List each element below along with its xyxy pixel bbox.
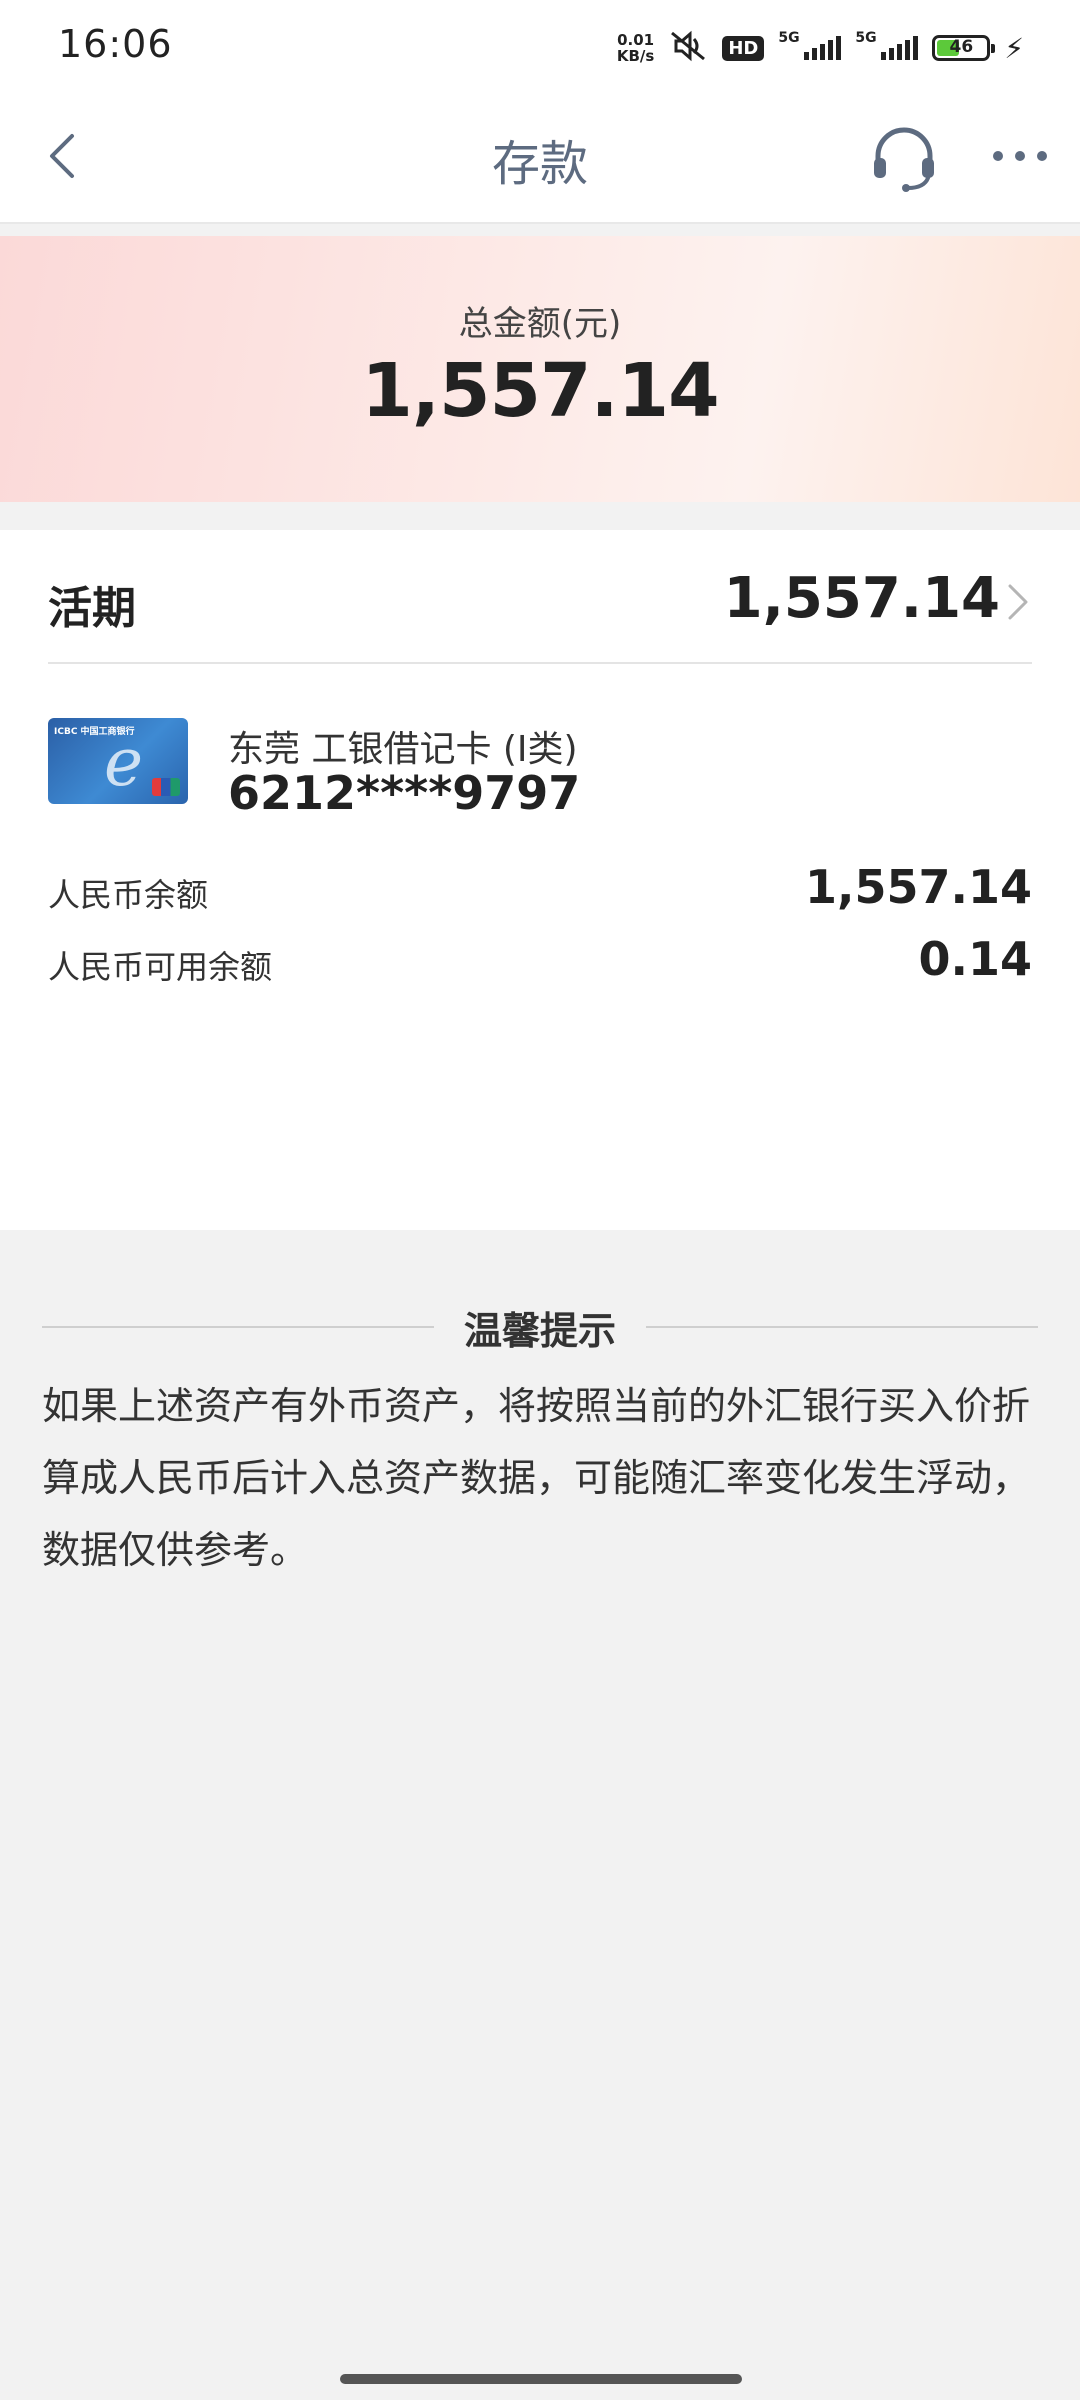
tips-body: 如果上述资产有外币资产，将按照当前的外汇银行买入价折算成人民币后计入总资产数据，… (42, 1384, 1031, 1572)
status-bar: 16:06 0.01 KB/s HD 5G 5G 46 ⚡ (0, 0, 1080, 96)
tips-divider-right (646, 1326, 1038, 1328)
signal-2-label: 5G (855, 30, 877, 46)
chevron-right-icon (1008, 584, 1028, 620)
home-indicator[interactable] (340, 2374, 742, 2384)
section-divider (48, 662, 1032, 664)
network-speed-unit: KB/s (616, 47, 655, 65)
nav-bar: 存款 (0, 96, 1080, 224)
rmb-available-balance-value: 0.14 (918, 932, 1033, 986)
more-button[interactable] (990, 136, 1050, 176)
rmb-balance-value: 1,557.14 (805, 860, 1032, 914)
charging-icon: ⚡ (1004, 31, 1024, 65)
total-amount-label: 总金额(元) (458, 304, 622, 344)
customer-service-button[interactable] (868, 122, 940, 194)
hd-voice-badge: HD (722, 35, 765, 61)
tips-header: 温馨提示 (0, 1296, 1080, 1356)
network-speed: 0.01 KB/s (617, 32, 654, 64)
unionpay-logo-icon (152, 778, 180, 796)
card-e-letter: e (104, 724, 144, 801)
status-icons: 0.01 KB/s HD 5G 5G 46 ⚡ (617, 24, 1024, 72)
mute-icon (668, 29, 708, 67)
signal-strength-1: 5G (778, 30, 842, 60)
total-amount-value: 1,557.14 (361, 348, 719, 434)
total-amount-banner: 总金额(元) 1,557.14 (0, 236, 1080, 502)
demand-deposit-amount: 1,557.14 (723, 566, 1000, 631)
rmb-available-balance-label: 人民币可用余额 (48, 948, 273, 986)
account-name: 东莞 工银借记卡 (I类) (228, 729, 578, 770)
demand-deposit-card: 活期 1,557.14 ICBC 中国工商银行 e 东莞 工银借记卡 (I类) … (0, 530, 1080, 1230)
battery-icon: 46 (932, 35, 996, 61)
signal-strength-2: 5G (855, 30, 919, 60)
account-number: 6212****9797 (228, 766, 581, 820)
rmb-balance-label: 人民币余额 (48, 876, 209, 914)
network-speed-value: 0.01 (617, 31, 655, 49)
headset-icon (874, 127, 934, 192)
more-dots-icon (993, 151, 1047, 161)
battery-level: 46 (949, 37, 974, 57)
demand-deposit-title: 活期 (48, 583, 136, 634)
status-time: 16:06 (58, 22, 173, 66)
signal-1-label: 5G (778, 30, 800, 46)
bank-card-image: ICBC 中国工商银行 e (48, 718, 188, 804)
